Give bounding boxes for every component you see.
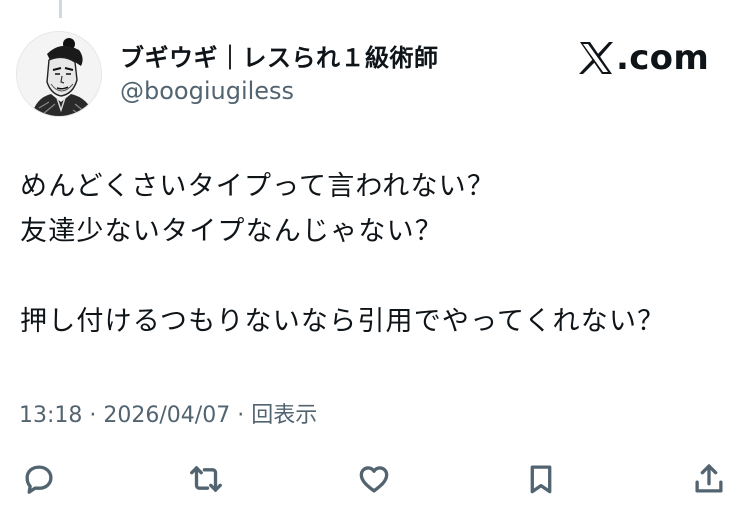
share-button[interactable]	[687, 457, 731, 501]
reply-button[interactable]	[17, 457, 61, 501]
tweet-line: 押し付けるつもりないなら引用でやってくれない？	[20, 306, 666, 337]
brand-domain-text: .com	[616, 38, 710, 78]
avatar-illustration	[17, 32, 101, 116]
tweet-line: めんどくさいタイプって言われない？	[20, 171, 496, 202]
avatar[interactable]	[16, 31, 102, 117]
reply-icon	[25, 465, 53, 494]
author-display-name[interactable]: ブギウギ｜レスられ１級術師	[120, 38, 439, 73]
retweet-button[interactable]	[184, 457, 228, 501]
author-handle[interactable]: @boogiugiless	[120, 77, 294, 105]
share-icon	[695, 464, 723, 493]
x-com-brand: .com	[578, 36, 709, 80]
action-bar	[0, 457, 750, 501]
tweet-meta: 13:18 · 2026/04/07 · 回表示	[19, 397, 317, 429]
tweet-body: めんどくさいタイプって言われない？ 友達少ないタイプなんじゃない？ 押し付けるつ…	[20, 164, 665, 344]
thread-connector-line	[59, 0, 62, 18]
view-count-label[interactable]: 回表示	[251, 403, 317, 428]
tweet-time[interactable]: 13:18	[19, 403, 82, 428]
heart-icon	[359, 466, 389, 493]
meta-separator: ·	[82, 403, 104, 428]
tweet-date[interactable]: 2026/04/07	[103, 403, 230, 428]
bookmark-icon	[530, 465, 552, 494]
bookmark-button[interactable]	[519, 457, 563, 501]
like-button[interactable]	[352, 457, 396, 501]
retweet-icon	[190, 466, 222, 492]
x-logo-icon	[579, 42, 613, 74]
meta-separator: ·	[230, 403, 252, 428]
tweet-line: 友達少ないタイプなんじゃない？	[20, 216, 443, 247]
